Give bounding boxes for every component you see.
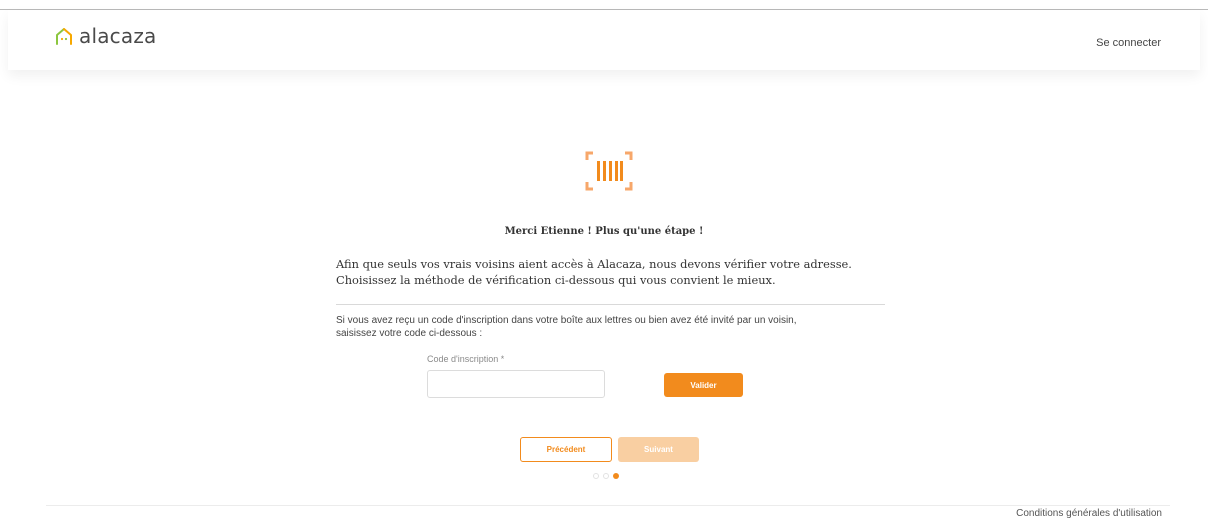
instruction-line-2: saisissez votre code ci-dessous : xyxy=(336,328,483,339)
step-indicator xyxy=(593,473,619,479)
validate-button[interactable]: Valider xyxy=(664,373,743,397)
header: alacaza Se connecter xyxy=(8,10,1200,70)
logo-text: alacaza xyxy=(79,24,157,48)
code-input[interactable] xyxy=(427,370,605,398)
house-logo-icon xyxy=(56,28,72,45)
terms-link[interactable]: Conditions générales d'utilisation xyxy=(1016,508,1162,519)
logo[interactable]: alacaza xyxy=(54,26,156,46)
divider xyxy=(336,304,885,305)
instruction-text: Si vous avez reçu un code d'inscription … xyxy=(336,314,896,340)
intro-text: Afin que seuls vos vrais voisins aient a… xyxy=(336,256,896,288)
code-field-label: Code d'inscription * xyxy=(427,354,505,364)
previous-button[interactable]: Précédent xyxy=(520,437,612,462)
instruction-line-1: Si vous avez reçu un code d'inscription … xyxy=(336,315,797,326)
footer-divider xyxy=(46,505,1170,506)
step-title: Merci Etienne ! Plus qu'une étape ! xyxy=(504,226,704,237)
step-dot-active xyxy=(613,473,619,479)
intro-line-1: Afin que seuls vos vrais voisins aient a… xyxy=(336,257,852,271)
next-button[interactable]: Suivant xyxy=(618,437,699,462)
step-dot xyxy=(593,473,599,479)
step-dot xyxy=(603,473,609,479)
intro-line-2: Choisissez la méthode de vérification ci… xyxy=(336,273,776,287)
login-link[interactable]: Se connecter xyxy=(1096,37,1161,49)
barcode-scan-icon xyxy=(584,151,634,195)
